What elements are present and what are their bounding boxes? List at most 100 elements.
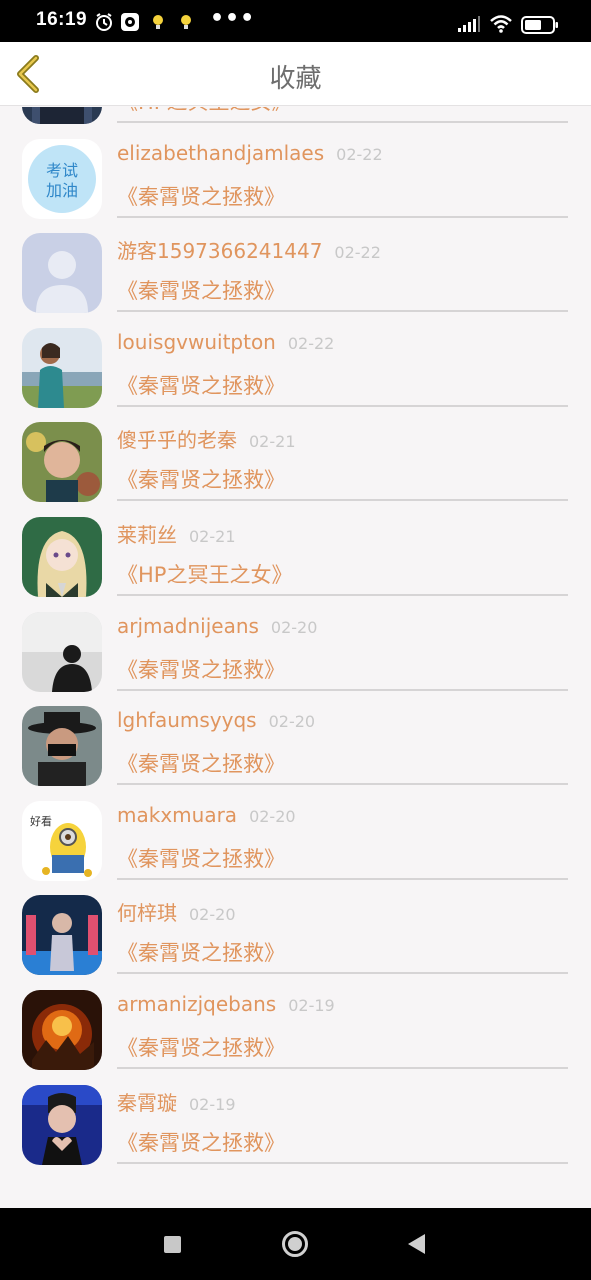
favorite-date: 02-21 xyxy=(249,432,296,452)
username[interactable]: makxmuara xyxy=(117,803,237,827)
username[interactable]: 莱莉丝 xyxy=(117,523,177,547)
username-line: makxmuara 02-20 xyxy=(117,803,296,827)
svg-text:考试: 考试 xyxy=(46,161,78,180)
username[interactable]: louisgvwuitpton xyxy=(117,330,276,354)
favorite-row[interactable]: 伊莉雅星德尔02-23《HP之冥王之女》 xyxy=(0,107,591,127)
username-line: lghfaumsyyqs 02-20 xyxy=(117,708,315,732)
favorite-row[interactable]: lghfaumsyyqs 02-20 《秦霄贤之拯救》 xyxy=(0,694,591,789)
book-title-link[interactable]: 《HP之冥王之女》 xyxy=(117,107,292,116)
favorite-row[interactable]: armanizjqebans 02-19 《秦霄贤之拯救》 xyxy=(0,978,591,1073)
book-title-link[interactable]: 《秦霄贤之拯救》 xyxy=(117,937,285,967)
favorite-date: 02-21 xyxy=(189,526,236,546)
username-line: armanizjqebans 02-19 xyxy=(117,992,335,1016)
username-line: 莱莉丝 02-21 xyxy=(117,519,236,548)
username[interactable]: elizabethandjamlaes xyxy=(117,141,324,165)
username-line: 何梓琪 02-20 xyxy=(117,897,236,926)
username-line: 游客1597366241447 02-22 xyxy=(117,235,381,264)
status-time: 16:19 xyxy=(36,9,88,30)
system-nav-bar xyxy=(0,1208,591,1280)
favorite-row[interactable]: 秦霄璇 02-19 《秦霄贤之拯救》 xyxy=(0,1073,591,1168)
svg-text:好看: 好看 xyxy=(30,814,52,828)
favorite-date: 02-22 xyxy=(336,144,383,164)
avatar[interactable] xyxy=(22,989,102,1070)
row-divider xyxy=(117,593,568,596)
username-line: arjmadnijeans 02-20 xyxy=(117,614,317,638)
book-title-link[interactable]: 《秦霄贤之拯救》 xyxy=(117,370,285,400)
recent-apps-button[interactable] xyxy=(164,1236,181,1253)
favorite-row[interactable]: 莱莉丝 02-21 《HP之冥王之女》 xyxy=(0,505,591,600)
signal-icon xyxy=(458,16,480,32)
avatar[interactable] xyxy=(22,107,102,124)
username-line: 傻乎乎的老秦 02-21 xyxy=(117,424,296,453)
username-line: elizabethandjamlaes 02-22 xyxy=(117,141,383,165)
alarm-icon xyxy=(96,13,112,31)
favorite-row[interactable]: 何梓琪 02-20 《秦霄贤之拯救》 xyxy=(0,883,591,978)
system-back-button[interactable] xyxy=(408,1234,425,1254)
favorite-date: 02-22 xyxy=(334,243,381,263)
favorite-date: 02-19 xyxy=(288,995,335,1015)
username[interactable]: 秦霄璇 xyxy=(117,1091,177,1115)
book-title-link[interactable]: 《秦霄贤之拯救》 xyxy=(117,843,285,873)
header-bar: 收藏 xyxy=(0,42,591,106)
bulb-icon xyxy=(153,15,163,29)
battery-icon xyxy=(521,16,558,34)
username[interactable]: 游客1597366241447 xyxy=(117,239,322,263)
favorite-date: 02-20 xyxy=(270,617,318,637)
row-divider xyxy=(117,972,568,975)
username-line: 秦霄璇 02-19 xyxy=(117,1087,236,1116)
more-notifications-icon: ••• xyxy=(210,6,256,31)
app-notification-icon xyxy=(121,13,139,31)
status-bar: 16:19 ••• xyxy=(0,0,591,42)
favorite-row[interactable]: louisgvwuitpton 02-22 《秦霄贤之拯救》 xyxy=(0,316,591,411)
favorite-row[interactable]: 游客1597366241447 02-22 《秦霄贤之拯救》 xyxy=(0,221,591,316)
avatar[interactable] xyxy=(22,895,102,976)
row-divider xyxy=(117,310,568,313)
avatar[interactable] xyxy=(22,706,102,787)
favorite-row[interactable]: 好看 makxmuara 02-20 《秦霄贤之拯救》 xyxy=(0,789,591,884)
username[interactable]: lghfaumsyyqs xyxy=(117,708,257,732)
favorite-date: 02-22 xyxy=(287,333,335,353)
avatar[interactable] xyxy=(22,611,102,692)
row-divider xyxy=(117,1161,568,1164)
favorite-date: 02-20 xyxy=(268,712,316,732)
bulb-icon xyxy=(181,15,191,29)
favorite-date: 02-19 xyxy=(189,1094,236,1114)
avatar[interactable] xyxy=(22,516,102,597)
row-divider xyxy=(117,877,568,880)
favorite-date: 02-20 xyxy=(189,905,236,925)
row-divider xyxy=(117,499,568,502)
username[interactable]: 傻乎乎的老秦 xyxy=(117,428,237,452)
username[interactable]: armanizjqebans xyxy=(117,992,276,1016)
avatar[interactable] xyxy=(22,327,102,408)
avatar[interactable] xyxy=(22,233,102,314)
book-title-link[interactable]: 《秦霄贤之拯救》 xyxy=(117,464,285,494)
row-divider xyxy=(117,688,568,691)
favorite-row[interactable]: 考试 加油 elizabethandjamlaes 02-22 《秦霄贤之拯救》 xyxy=(0,127,591,222)
favorite-date: 02-20 xyxy=(249,806,296,826)
book-title-link[interactable]: 《HP之冥王之女》 xyxy=(117,559,292,589)
avatar[interactable] xyxy=(22,422,102,503)
favorite-row[interactable]: 傻乎乎的老秦 02-21 《秦霄贤之拯救》 xyxy=(0,410,591,505)
favorites-list[interactable]: 伊莉雅星德尔02-23《HP之冥王之女》考试加油 elizabethandjaml… xyxy=(0,107,591,1208)
row-divider xyxy=(117,215,568,218)
row-divider xyxy=(117,1066,568,1069)
page-title: 收藏 xyxy=(269,64,322,94)
username[interactable]: arjmadnijeans xyxy=(117,614,259,638)
favorite-row[interactable]: arjmadnijeans 02-20 《秦霄贤之拯救》 xyxy=(0,600,591,695)
book-title-link[interactable]: 《秦霄贤之拯救》 xyxy=(117,275,285,305)
book-title-link[interactable]: 《秦霄贤之拯救》 xyxy=(117,1032,285,1062)
row-divider xyxy=(117,783,568,786)
book-title-link[interactable]: 《秦霄贤之拯救》 xyxy=(117,181,285,211)
wifi-icon xyxy=(490,15,512,33)
username[interactable]: 何梓琪 xyxy=(117,901,177,925)
svg-text:加油: 加油 xyxy=(46,181,78,200)
avatar[interactable]: 好看 xyxy=(22,800,102,881)
book-title-link[interactable]: 《秦霄贤之拯救》 xyxy=(117,748,285,778)
avatar[interactable]: 考试 加油 xyxy=(22,138,102,219)
avatar[interactable] xyxy=(22,1084,102,1165)
row-divider xyxy=(117,404,568,407)
book-title-link[interactable]: 《秦霄贤之拯救》 xyxy=(117,654,285,684)
book-title-link[interactable]: 《秦霄贤之拯救》 xyxy=(117,1127,285,1157)
home-button[interactable] xyxy=(282,1231,308,1257)
username-line: louisgvwuitpton 02-22 xyxy=(117,330,334,354)
